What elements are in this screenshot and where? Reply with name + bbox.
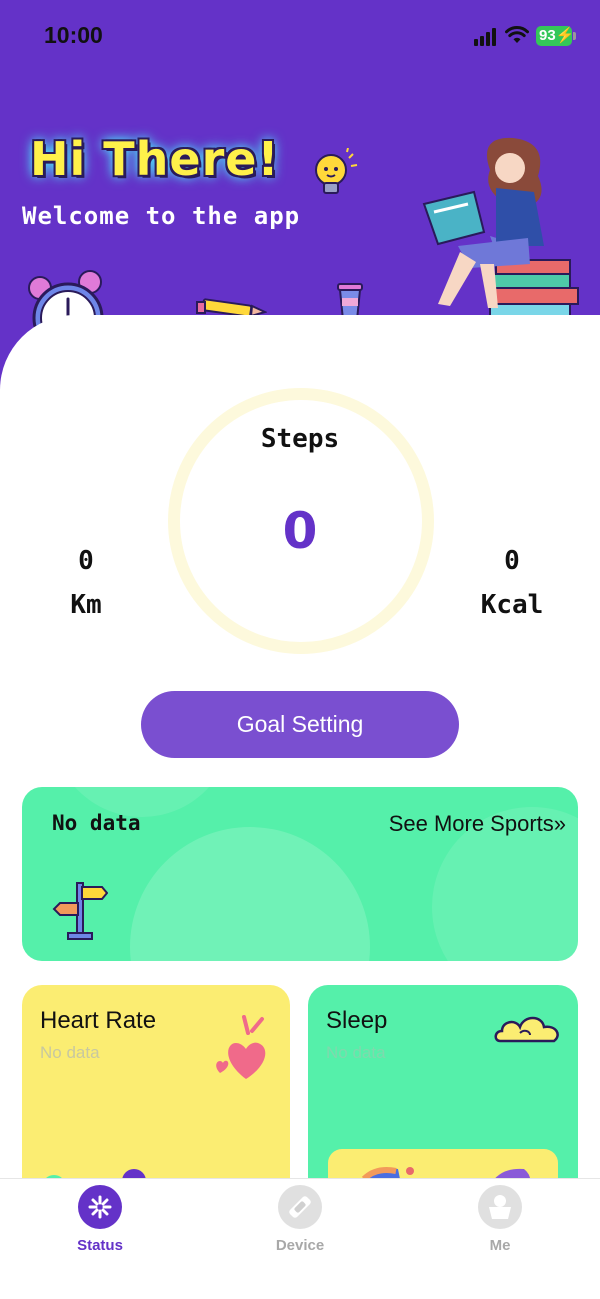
tab-label: Me — [489, 1237, 511, 1254]
sports-status-text: No data — [52, 811, 141, 835]
heart-rate-status: No data — [40, 1043, 100, 1062]
bottom-tab-bar: Status Device Me — [0, 1178, 600, 1299]
status-time: 10:00 — [44, 22, 103, 48]
decorative-bubble — [130, 827, 370, 961]
tab-status[interactable]: Status — [40, 1185, 160, 1254]
calories-value: 0 — [504, 546, 520, 576]
tab-device[interactable]: Device — [240, 1185, 360, 1254]
device-icon — [278, 1185, 322, 1229]
distance-unit: Km — [70, 590, 102, 620]
steps-value: 0 — [282, 502, 318, 560]
sleep-status: No data — [326, 1043, 386, 1062]
signal-icon — [474, 28, 500, 46]
tab-label: Status — [77, 1237, 123, 1254]
wifi-icon — [505, 26, 529, 43]
calories-unit: Kcal — [480, 590, 544, 620]
sports-card[interactable]: No data See More Sports» — [22, 787, 578, 961]
battery-level: 93 — [539, 27, 556, 44]
welcome-subtitle: Welcome to the app — [22, 202, 301, 230]
steps-label: Steps — [260, 424, 340, 454]
status-bar: 10:00 93⚡ — [0, 0, 600, 70]
see-more-sports-link[interactable]: See More Sports» — [389, 811, 566, 837]
distance-value: 0 — [78, 546, 94, 576]
battery-indicator: 93⚡ — [536, 26, 576, 46]
cloud-icon — [494, 1016, 559, 1043]
greeting-title: Hi There! — [30, 132, 280, 186]
goal-setting-button[interactable]: Goal Setting — [141, 691, 459, 758]
heart-rate-title: Heart Rate — [40, 1007, 157, 1034]
tab-label: Device — [275, 1237, 325, 1254]
tab-me[interactable]: Me — [440, 1185, 560, 1254]
me-icon — [478, 1185, 522, 1229]
signpost-icon — [52, 882, 108, 940]
lightbulb-icon — [315, 148, 358, 194]
sleep-title: Sleep — [326, 1007, 388, 1034]
hearts-icon — [216, 1015, 266, 1079]
header-banner: 10:00 93⚡ Hi There! Welcome to the app — [0, 0, 600, 400]
status-icon — [78, 1185, 122, 1229]
